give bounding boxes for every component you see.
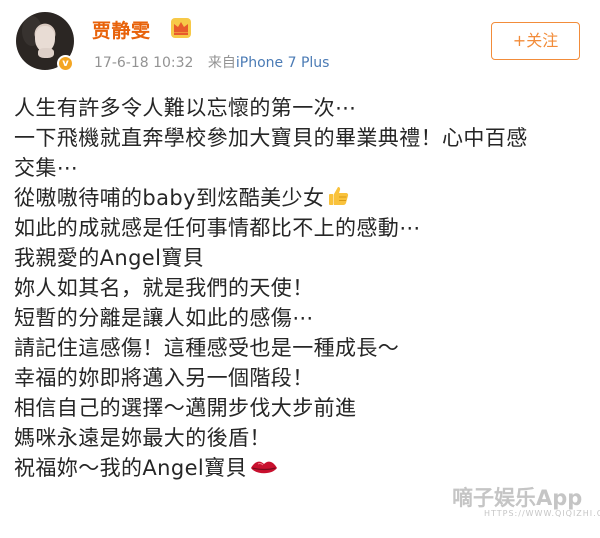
thumbs-up-emoji-icon (329, 187, 349, 205)
content-line: 如此的成就感是任何事情都比不上的感動⋯ (14, 213, 589, 243)
lips-emoji-icon (250, 461, 277, 474)
content-line: 人生有許多令人難以忘懷的第一次⋯ (14, 93, 589, 123)
content-text: 請記住這感傷！這種感受也是一種成長～ (14, 336, 400, 360)
content-text: 我親愛的Angel寶貝 (14, 246, 205, 270)
verified-v-icon: v (57, 55, 74, 72)
post-timestamp[interactable]: 17-6-18 10:32 (94, 55, 193, 71)
content-text: 妳人如其名，就是我們的天使！ (14, 276, 314, 300)
content-line: 我親愛的Angel寶貝 (14, 243, 589, 273)
content-line: 祝福妳～我的Angel寶貝 (14, 453, 589, 483)
content-text: 如此的成就感是任何事情都比不上的感動⋯ (14, 216, 421, 240)
follow-button[interactable]: +关注 (491, 22, 580, 60)
avatar-hand (38, 48, 54, 58)
content-text: 從嗷嗷待哺的baby到炫酷美少女 (14, 186, 325, 210)
content-text: 相信自己的選擇～邁開步伐大步前進 (14, 396, 357, 420)
content-text: 交集⋯ (14, 156, 79, 180)
content-line: 妳人如其名，就是我們的天使！ (14, 273, 589, 303)
watermark-url: HTTPS://WWW.QIQIZHI.COM (484, 509, 600, 518)
content-line: 媽咪永遠是妳最大的後盾！ (14, 423, 589, 453)
content-line: 從嗷嗷待哺的baby到炫酷美少女 (14, 183, 589, 213)
source-prefix: 来自 (207, 55, 236, 71)
content-line: 短暫的分離是讓人如此的感傷⋯ (14, 303, 589, 333)
content-text: 媽咪永遠是妳最大的後盾！ (14, 426, 271, 450)
content-line: 幸福的妳即將邁入另一個階段！ (14, 363, 589, 393)
content-text: 一下飛機就直奔學校參加大寶貝的畢業典禮！心中百感 (14, 126, 528, 150)
content-line: 請記住這感傷！這種感受也是一種成長～ (14, 333, 589, 363)
post-content: 人生有許多令人難以忘懷的第一次⋯ 一下飛機就直奔學校參加大寶貝的畢業典禮！心中百… (14, 93, 589, 483)
content-text: 短暫的分離是讓人如此的感傷⋯ (14, 306, 314, 330)
content-line: 交集⋯ (14, 153, 589, 183)
content-text: 人生有許多令人難以忘懷的第一次⋯ (14, 96, 357, 120)
author-name[interactable]: 贾静雯 (92, 16, 151, 43)
crown-icon (171, 18, 191, 38)
source-device-link[interactable]: iPhone 7 Plus (236, 55, 330, 71)
watermark-text: 嘀子娱乐App (452, 486, 583, 510)
content-text: 祝福妳～我的Angel寶貝 (14, 456, 247, 480)
content-line: 相信自己的選擇～邁開步伐大步前進 (14, 393, 589, 423)
weibo-post-card: v 贾静雯 17-6-18 10:32 来自iPhone 7 Plus +关注 … (0, 0, 600, 538)
post-meta: 17-6-18 10:32 来自iPhone 7 Plus (94, 52, 329, 72)
content-line: 一下飛機就直奔學校參加大寶貝的畢業典禮！心中百感 (14, 123, 589, 153)
content-text: 幸福的妳即將邁入另一個階段！ (14, 366, 314, 390)
